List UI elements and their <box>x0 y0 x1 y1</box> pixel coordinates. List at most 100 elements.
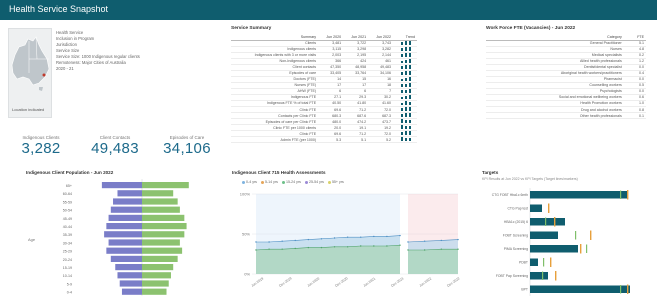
trend-bar <box>405 70 407 75</box>
series-point[interactable] <box>320 238 323 240</box>
pyramid-bar-male[interactable] <box>121 288 142 295</box>
x-tick-label: Jun 2022 <box>419 276 433 287</box>
series-point[interactable] <box>320 246 323 249</box>
target-bar[interactable] <box>530 204 542 213</box>
trend-bar <box>401 102 403 105</box>
service-summary-body: Clients 3,481 3,722 3,743 Indigenous clients… <box>231 40 417 144</box>
pyramid-bar-female[interactable] <box>142 280 169 287</box>
series-point[interactable] <box>307 246 310 249</box>
series-point[interactable] <box>333 246 336 248</box>
series-point[interactable] <box>373 235 375 238</box>
kpi-value: 3,282 <box>21 140 61 157</box>
pyramid-bar-female[interactable] <box>142 272 171 279</box>
series-point[interactable] <box>373 245 375 247</box>
pyramid-bar-female[interactable] <box>142 239 180 246</box>
series-point[interactable] <box>440 248 443 250</box>
series-point[interactable] <box>255 249 257 251</box>
series-point[interactable] <box>307 238 310 241</box>
pyramid-bar-female[interactable] <box>142 206 180 213</box>
pyramid-bar-male[interactable] <box>119 280 142 287</box>
pyramid-bar-male[interactable] <box>106 247 142 254</box>
series-point[interactable] <box>294 239 296 242</box>
pyramid-bar-male[interactable] <box>115 264 142 271</box>
pyramid-bar-female[interactable] <box>142 264 174 271</box>
series-point[interactable] <box>294 247 296 250</box>
table-row[interactable]: Admin FTE (per 1000) 5.3 5.1 5.2 <box>231 136 417 144</box>
pyramid-bar-female[interactable] <box>142 223 187 230</box>
series-point[interactable] <box>281 240 283 242</box>
series-point[interactable] <box>360 245 362 247</box>
pyramid-bar-female[interactable] <box>142 255 178 262</box>
series-point[interactable] <box>457 238 459 241</box>
x-tick-label: Dec 2021 <box>390 276 404 288</box>
target-bar[interactable] <box>530 272 548 280</box>
series-point[interactable] <box>346 246 349 248</box>
pyramid-bar-male[interactable] <box>108 214 142 221</box>
series-point[interactable] <box>346 236 349 238</box>
target-bar[interactable] <box>530 285 630 294</box>
age-band-label: 20-24 <box>63 258 72 262</box>
pyramid-bar-female[interactable] <box>142 214 185 221</box>
kpi-value: 34,106 <box>163 140 211 157</box>
series-point[interactable] <box>360 236 362 238</box>
pyramid-bar-female[interactable] <box>142 247 183 254</box>
target-bar[interactable] <box>530 258 538 267</box>
series-point[interactable] <box>440 239 443 242</box>
pyramid-bar-male[interactable] <box>101 182 142 189</box>
series-point[interactable] <box>386 245 388 247</box>
pyramid-bar-male[interactable] <box>113 198 142 205</box>
legend-label[interactable]: 25-54 yrs <box>309 180 324 184</box>
benchmark-marker <box>620 190 622 199</box>
legend-label[interactable]: 55+ yrs <box>332 180 344 184</box>
target-category-label: PDBT <box>519 261 528 265</box>
target-bar[interactable] <box>530 245 578 253</box>
target-category-label: HBA1c (2015) 6 <box>504 220 528 224</box>
target-bar[interactable] <box>530 218 565 226</box>
series-point[interactable] <box>423 249 426 251</box>
series-point[interactable] <box>268 248 270 250</box>
workforce-body: General Practitioner 5.1 Nurses 4.8 Medical … <box>486 40 646 120</box>
pyramid-bar-male[interactable] <box>110 255 142 262</box>
series-point[interactable] <box>423 240 426 242</box>
pyramid-bar-male[interactable] <box>117 272 142 279</box>
trend-bar <box>401 114 403 118</box>
age-axis-label: Age <box>28 237 36 242</box>
target-bar[interactable] <box>530 231 558 240</box>
legend-label[interactable]: 5-14 yrs <box>265 180 278 184</box>
trend-sparkbars <box>401 58 415 63</box>
pyramid-bar-female[interactable] <box>142 190 174 197</box>
pyramid-bar-male[interactable] <box>108 239 142 246</box>
series-point[interactable] <box>407 249 409 251</box>
pyramid-bar-male[interactable] <box>106 223 142 230</box>
service-info-lines: Health Service Inclusion in Program Juri… <box>56 30 140 72</box>
pyramid-bar-female[interactable] <box>142 182 189 189</box>
pyramid-bar-male[interactable] <box>110 206 142 213</box>
series-point[interactable] <box>268 241 270 243</box>
y-tick-label: 50% <box>242 232 250 237</box>
table-row[interactable]: Other health professionals 0.1 <box>486 112 646 120</box>
pyramid-bar-female[interactable] <box>142 198 178 205</box>
series-point[interactable] <box>457 248 459 250</box>
trend-bar <box>401 60 403 63</box>
x-tick-label: Dec 2019 <box>278 276 292 288</box>
series-area[interactable] <box>408 249 458 274</box>
australia-map[interactable]: Location indicated <box>8 28 52 118</box>
series-point[interactable] <box>399 244 401 246</box>
series-point[interactable] <box>281 248 283 250</box>
pyramid-bar-male[interactable] <box>104 231 142 238</box>
legend-label[interactable]: 15-24 yrs <box>286 180 301 184</box>
series-point[interactable] <box>333 237 336 239</box>
series-point[interactable] <box>386 235 388 238</box>
pyramid-bar-male[interactable] <box>117 190 142 197</box>
pyramid-bar-female[interactable] <box>142 231 185 238</box>
legend-label[interactable]: 0-4 yrs <box>246 180 257 184</box>
target-bar[interactable] <box>530 191 628 199</box>
series-point[interactable] <box>255 241 257 243</box>
series-point[interactable] <box>407 241 409 243</box>
age-band-label: 50-54 <box>63 209 72 213</box>
pyramid-bar-female[interactable] <box>142 288 167 295</box>
trend-bar <box>405 40 407 45</box>
series-area[interactable] <box>256 245 400 274</box>
series-point[interactable] <box>399 234 401 237</box>
trend-bar <box>409 94 411 99</box>
